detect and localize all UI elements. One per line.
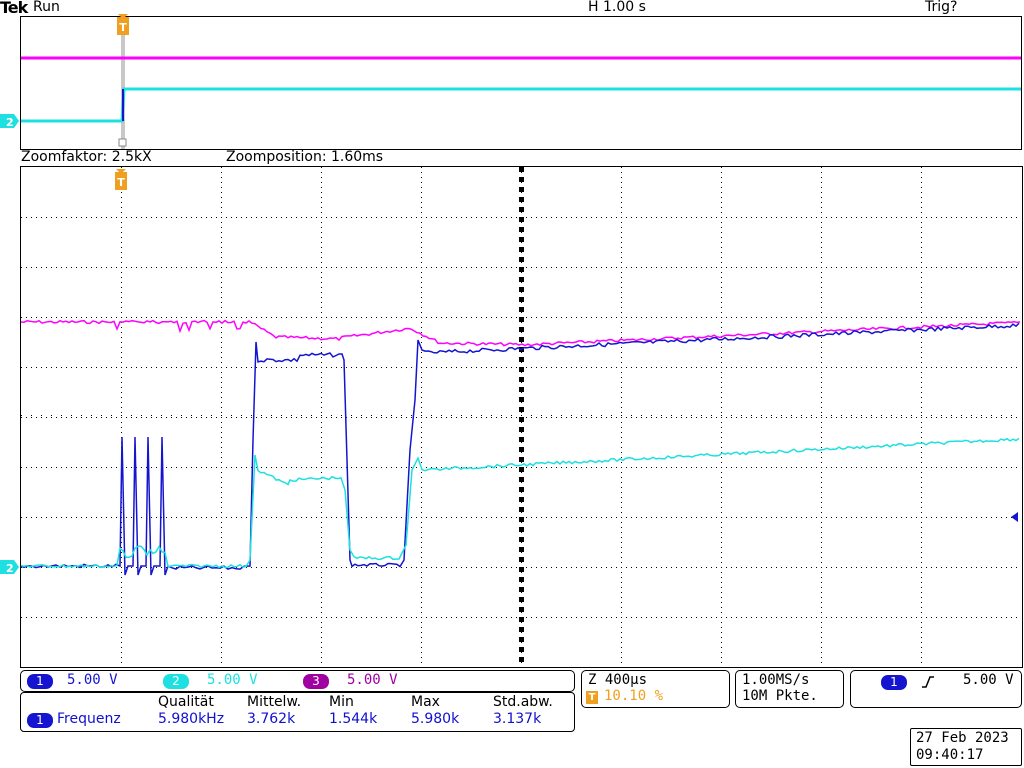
stat-value-stddev: 3.137k — [493, 711, 542, 727]
ch2-badge[interactable]: 2 — [163, 674, 189, 689]
measurement-panel[interactable]: Qualität Mittelw. Min Max Std.abw. 1 Fre… — [20, 692, 575, 732]
stat-header-mean: Mittelw. — [247, 694, 302, 710]
zoom-scale[interactable]: Z 400µs — [588, 672, 647, 688]
ch3-badge[interactable]: 3 — [303, 674, 329, 689]
graticule-grid — [21, 167, 1017, 663]
trigger-level[interactable]: 5.00 V — [963, 672, 1014, 688]
channel-scale-bar[interactable]: 1 5.00 V 2 5.00 V 3 5.00 V — [20, 670, 575, 692]
stat-header-min: Min — [329, 694, 354, 710]
stat-header-stddev: Std.abw. — [493, 694, 553, 710]
measurement-source-badge[interactable]: 1 — [27, 713, 53, 728]
stat-value-mean: 3.762k — [247, 711, 296, 727]
measurement-name[interactable]: Frequenz — [57, 711, 121, 727]
trigger-position[interactable]: 10.10 % — [604, 688, 663, 704]
stat-value-min: 1.544k — [329, 711, 378, 727]
trigger-level-marker-icon — [1011, 512, 1018, 522]
stat-header-max: Max — [411, 694, 440, 710]
date-readout: 27 Feb 2023 — [916, 730, 1009, 746]
rising-edge-icon — [922, 676, 934, 688]
trigger-source-badge[interactable]: 1 — [881, 675, 907, 690]
stat-header-quality: Qualität — [158, 694, 214, 710]
stat-value-quality: 5.980kHz — [158, 711, 225, 727]
sample-rate[interactable]: 1.00MS/s — [742, 672, 809, 688]
ch3-scale[interactable]: 5.00 V — [347, 672, 398, 688]
record-length[interactable]: 10M Pkte. — [742, 688, 818, 704]
trigger-box[interactable]: 1 5.00 V — [850, 670, 1022, 708]
zoom-waveform-display: T 2 — [0, 167, 1021, 663]
ch1-badge[interactable]: 1 — [27, 674, 53, 689]
svg-text:2: 2 — [6, 562, 14, 575]
ch2-scale[interactable]: 5.00 V — [207, 672, 258, 688]
acquisition-box[interactable]: 1.00MS/s 10M Pkte. — [735, 670, 844, 708]
ch1-scale[interactable]: 5.00 V — [67, 672, 118, 688]
svg-text:T: T — [117, 176, 125, 189]
trigger-position-icon: T — [586, 691, 598, 704]
stat-value-max: 5.980k — [411, 711, 460, 727]
zoom-timebase-box[interactable]: Z 400µs T 10.10 % — [581, 670, 730, 708]
datetime-box: 27 Feb 2023 09:40:17 — [910, 728, 1022, 766]
time-readout: 09:40:17 — [916, 747, 984, 763]
